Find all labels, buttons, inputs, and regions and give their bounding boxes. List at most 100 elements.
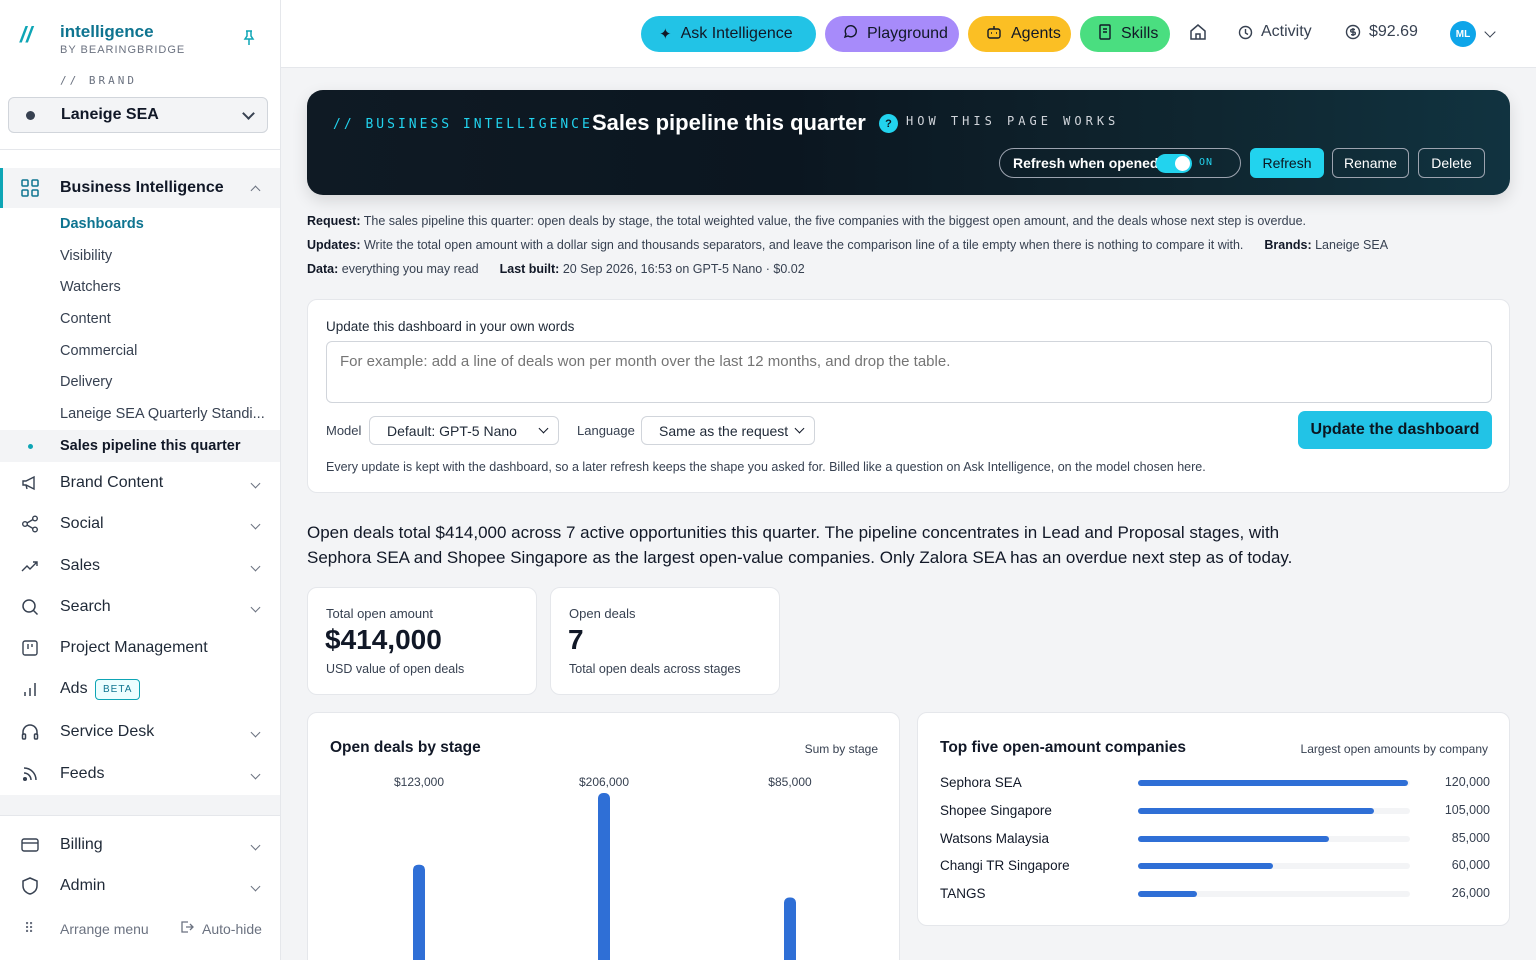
kpi-caption: Total open deals across stages xyxy=(569,662,741,676)
company-bar xyxy=(1138,807,1375,814)
sub-item-commercial[interactable]: Commercial xyxy=(60,343,137,359)
balance-label: $92.69 xyxy=(1369,23,1418,40)
refresh-when-opened-toggle[interactable]: Refresh when opened ON xyxy=(999,148,1241,178)
company-name: Sephora SEA xyxy=(940,775,1022,790)
chevron-down-icon[interactable] xyxy=(1484,26,1496,38)
sidebar: // intelligence BY BEARINGBRIDGE // BRAN… xyxy=(0,0,281,960)
shield-icon xyxy=(20,876,40,896)
nav-feeds[interactable]: Feeds xyxy=(0,754,280,794)
brands-label: Brands: xyxy=(1264,238,1312,252)
nav-billing[interactable]: Billing xyxy=(0,825,280,865)
sub-item-quarterly-standing[interactable]: Laneige SEA Quarterly Standi... xyxy=(60,406,265,422)
company-bar-track xyxy=(1138,780,1410,786)
nav-label: Social xyxy=(60,515,104,532)
company-name: Watsons Malaysia xyxy=(940,830,1050,846)
toggle-label: Refresh when opened xyxy=(1013,155,1159,171)
delete-button[interactable]: Delete xyxy=(1418,148,1485,178)
data-line: Data: everything you may read Last built… xyxy=(307,262,805,276)
arrange-menu-button[interactable]: Arrange menu xyxy=(60,921,149,937)
nav-project-management[interactable]: Project Management xyxy=(0,628,280,668)
auto-hide-button[interactable]: Auto-hide xyxy=(202,921,262,937)
stage-bar[interactable] xyxy=(413,864,425,960)
company-row[interactable]: Changi TR Singapore 60,000 xyxy=(940,856,1490,876)
company-bar xyxy=(1138,863,1273,870)
ask-intelligence-label: Ask Intelligence xyxy=(680,25,793,42)
sub-item-visibility[interactable]: Visibility xyxy=(60,248,112,264)
nav-label: Search xyxy=(60,598,111,615)
chevron-down-icon xyxy=(250,478,261,488)
sub-item-watchers[interactable]: Watchers xyxy=(60,279,121,295)
skills-button[interactable]: Skills xyxy=(1080,16,1170,52)
language-select[interactable]: Same as the request xyxy=(641,416,815,445)
nav-label: Business Intelligence xyxy=(60,179,224,196)
megaphone-icon xyxy=(20,473,40,493)
update-card-title: Update this dashboard in your own words xyxy=(326,319,575,334)
built-text: 20 Sep 2026, 16:53 on GPT-5 Nano · $0.02 xyxy=(562,262,805,276)
company-row[interactable]: Watsons Malaysia 85,000 xyxy=(940,829,1490,849)
kpi-value: $414,000 xyxy=(325,624,442,655)
company-value: 120,000 xyxy=(1444,775,1490,789)
ask-intelligence-button[interactable]: ✦ Ask Intelligence xyxy=(641,16,816,52)
activity-link[interactable]: Activity xyxy=(1238,23,1312,41)
headset-icon xyxy=(20,722,40,742)
company-row[interactable]: Sephora SEA 120,000 xyxy=(940,773,1490,793)
how-this-page-works-link[interactable]: HOW THIS PAGE WORKS xyxy=(906,114,1119,128)
company-row[interactable]: TANGS 26,000 xyxy=(940,884,1490,904)
language-label: Language xyxy=(577,423,635,438)
company-value: 26,000 xyxy=(1451,886,1490,901)
update-dashboard-card: Update this dashboard in your own words … xyxy=(307,299,1510,493)
nav-business-intelligence[interactable]: Business Intelligence xyxy=(0,168,280,208)
kpi-label: Open deals xyxy=(569,606,636,621)
stage-bar[interactable] xyxy=(598,793,610,960)
balance-link[interactable]: $92.69 xyxy=(1345,23,1418,41)
nav-admin[interactable]: Admin xyxy=(0,866,280,906)
brand-label: // BRAND xyxy=(60,74,137,87)
stage-bar-label: $85,000 xyxy=(768,775,812,789)
chevron-down-icon xyxy=(250,602,261,612)
agents-button[interactable]: Agents xyxy=(968,16,1071,52)
nav-search[interactable]: Search xyxy=(0,587,280,627)
top-companies-card: Top five open-amount companies Largest o… xyxy=(917,712,1510,926)
company-value: 60,000 xyxy=(1451,858,1490,873)
nav-label: Admin xyxy=(60,877,106,894)
nav-social[interactable]: Social xyxy=(0,504,280,544)
agents-label: Agents xyxy=(1011,25,1061,42)
pin-icon[interactable] xyxy=(243,30,255,49)
nav-label: Brand Content xyxy=(60,474,164,491)
logo[interactable]: // intelligence BY BEARINGBRIDGE xyxy=(20,22,185,56)
avatar[interactable]: ML xyxy=(1450,21,1476,47)
chevron-up-icon xyxy=(250,185,261,195)
company-bar-track xyxy=(1138,863,1410,870)
request-text: The sales pipeline this quarter: open de… xyxy=(363,214,1306,228)
nav-ads[interactable]: Ads BETA xyxy=(0,669,280,709)
update-note: Every update is kept with the dashboard,… xyxy=(326,460,1206,474)
grid-icon xyxy=(20,178,40,198)
toggle-switch[interactable] xyxy=(1156,154,1192,173)
refresh-button[interactable]: Refresh xyxy=(1250,148,1324,178)
stage-bar[interactable] xyxy=(784,897,796,960)
playground-button[interactable]: Playground xyxy=(825,16,959,52)
update-request-input[interactable] xyxy=(326,341,1492,403)
company-bar-track xyxy=(1138,807,1410,814)
built-label: Last built: xyxy=(499,262,560,276)
home-icon[interactable] xyxy=(1189,23,1207,41)
nav-brand-content[interactable]: Brand Content xyxy=(0,463,280,503)
nav-sales[interactable]: Sales xyxy=(0,546,280,586)
sub-item-dashboards[interactable]: Dashboards xyxy=(60,216,144,232)
request-label: Request: xyxy=(307,214,361,228)
nav-service-desk[interactable]: Service Desk xyxy=(0,712,280,752)
help-icon[interactable]: ? xyxy=(879,114,898,133)
brand-select[interactable]: Laneige SEA xyxy=(8,97,268,133)
rename-button[interactable]: Rename xyxy=(1332,148,1409,178)
chevron-down-icon xyxy=(250,769,261,779)
chevron-down-icon xyxy=(794,423,805,434)
company-value: 85,000 xyxy=(1451,830,1490,845)
company-row[interactable]: Shopee Singapore 105,000 xyxy=(940,801,1490,821)
sub-item-delivery[interactable]: Delivery xyxy=(60,374,112,390)
drag-handle-icon[interactable]: ⠿ xyxy=(24,920,34,937)
company-bar xyxy=(1138,780,1408,786)
model-select[interactable]: Default: GPT-5 Nano xyxy=(369,416,559,445)
update-dashboard-button[interactable]: Update the dashboard xyxy=(1298,411,1492,449)
sub-item-sales-pipeline[interactable]: Sales pipeline this quarter xyxy=(60,438,241,454)
sub-item-content[interactable]: Content xyxy=(60,311,111,327)
